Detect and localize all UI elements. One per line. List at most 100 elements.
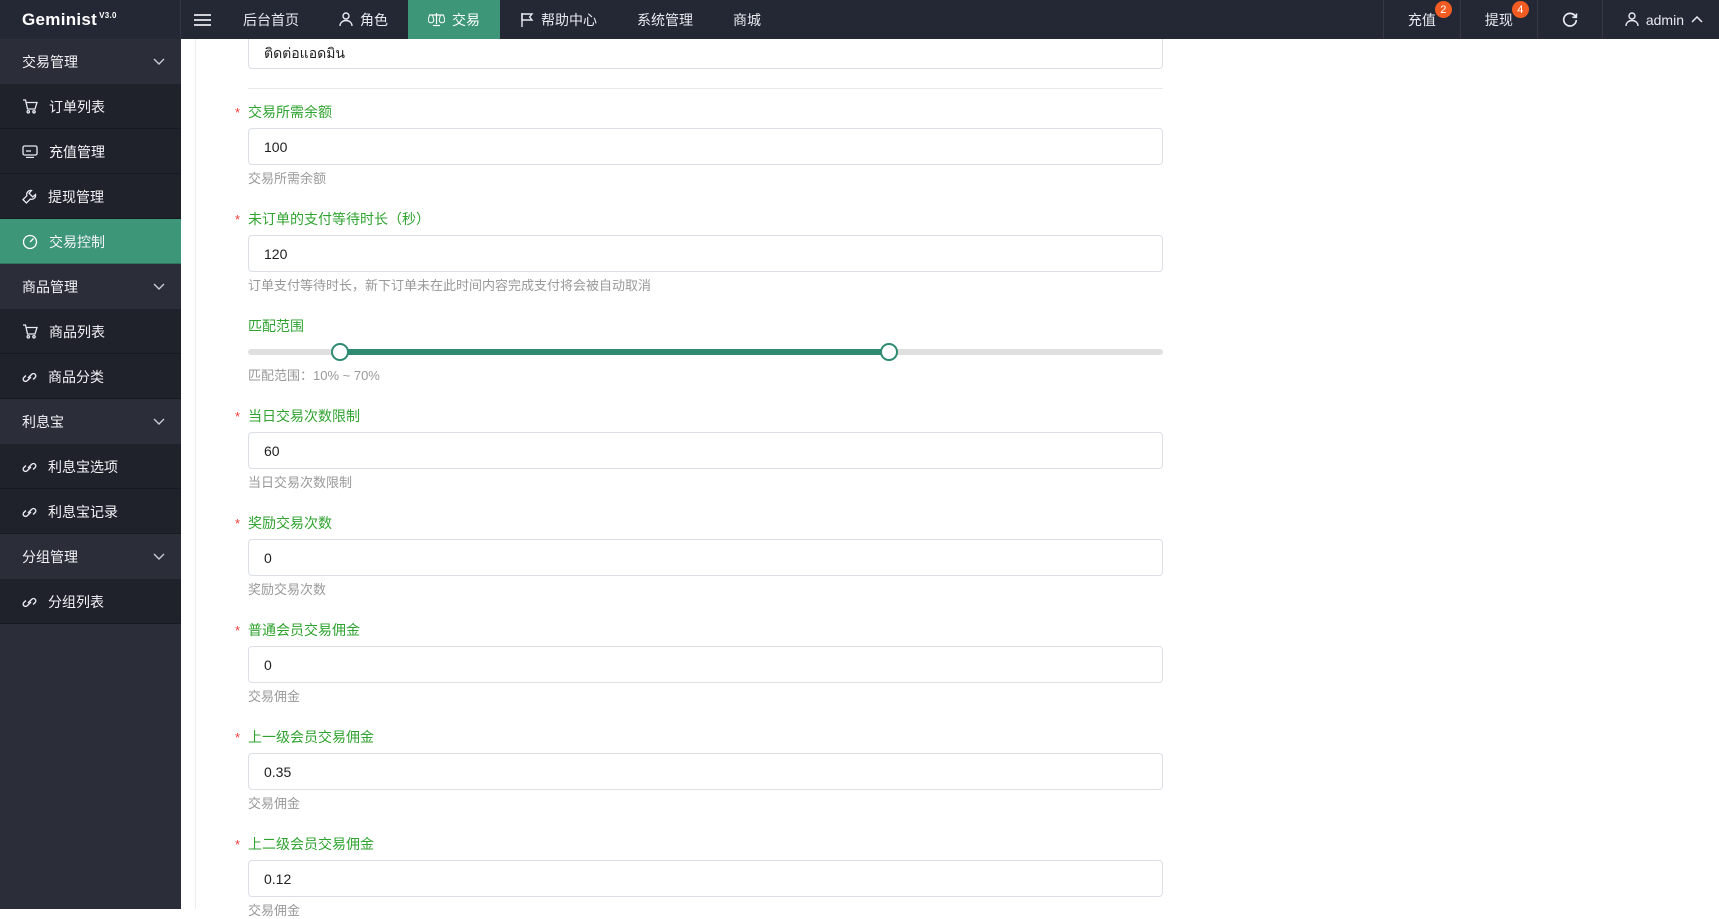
field-label: 普通会员交易佣金 [248, 622, 360, 638]
required-asterisk: * [235, 409, 241, 424]
field-required-balance: * 交易所需余额 交易所需余额 [235, 102, 1163, 187]
cart-icon [22, 99, 38, 114]
refresh-icon [1562, 12, 1578, 28]
field-helper: 交易佣金 [248, 689, 301, 704]
refresh-button[interactable] [1536, 0, 1602, 39]
field-label: 当日交易次数限制 [248, 408, 360, 424]
user-menu[interactable]: admin [1601, 0, 1719, 39]
field-level2-commission: * 上二级会员交易佣金 交易佣金 [235, 834, 1163, 919]
sidebar-item-trade-control[interactable]: 交易控制 [0, 219, 181, 264]
required-asterisk: * [235, 837, 241, 852]
logo: Geminist V3.0 [0, 0, 181, 39]
chevron-down-icon [153, 283, 165, 290]
slider-fill [339, 349, 889, 355]
topbar: Geminist V3.0 后台首页 角色 交易 帮助中心 系统管理 商城 充值… [0, 0, 1719, 39]
form-panel: ติดต่อแอดมิน * 交易所需余额 交易所需余额 * 未订单的支付等待时… [195, 39, 1719, 918]
required-asterisk: * [235, 212, 241, 227]
match-range-slider[interactable] [248, 342, 1163, 362]
sidebar-item-order-list[interactable]: 订单列表 [0, 84, 181, 129]
sidebar-group-product-management[interactable]: 商品管理 [0, 264, 181, 309]
field-payment-wait-time: * 未订单的支付等待时长（秒） 订单支付等待时长，新下订单未在此时间内容完成支付… [235, 209, 1163, 294]
required-asterisk: * [235, 105, 241, 120]
main-content: ติดต่อแอดมิน * 交易所需余额 交易所需余额 * 未订单的支付等待时… [181, 39, 1719, 918]
sidebar-item-product-list[interactable]: 商品列表 [0, 309, 181, 354]
sidebar-group-group-management[interactable]: 分组管理 [0, 534, 181, 579]
nav-item-trade[interactable]: 交易 [408, 0, 500, 39]
sidebar-item-product-category[interactable]: 商品分类 [0, 354, 181, 399]
level2-commission-input[interactable] [248, 860, 1163, 897]
level1-commission-input[interactable] [248, 753, 1163, 790]
reward-trade-count-input[interactable] [248, 539, 1163, 576]
link-icon [22, 594, 37, 609]
field-label: 上一级会员交易佣金 [248, 729, 374, 745]
field-label: 匹配范围 [248, 318, 304, 334]
username: admin [1645, 11, 1684, 28]
field-normal-member-commission: * 普通会员交易佣金 交易佣金 [235, 620, 1163, 705]
field-level1-commission: * 上一级会员交易佣金 交易佣金 [235, 727, 1163, 812]
sidebar-item-withdraw-management[interactable]: 提现管理 [0, 174, 181, 219]
hamburger-icon [193, 13, 211, 27]
field-helper: 当日交易次数限制 [248, 475, 353, 490]
sidebar-item-interest-options[interactable]: 利息宝选项 [0, 444, 181, 489]
chevron-down-icon [153, 553, 165, 560]
user-icon [1625, 12, 1639, 27]
chevron-down-icon [153, 58, 165, 65]
nav-item-roles[interactable]: 角色 [319, 0, 408, 39]
sidebar-group-trade-management[interactable]: 交易管理 [0, 39, 181, 84]
cart-icon [22, 324, 38, 339]
chevron-down-icon [153, 418, 165, 425]
scales-icon [428, 12, 445, 27]
nav-item-help-center[interactable]: 帮助中心 [500, 0, 617, 39]
field-helper: 交易佣金 [248, 796, 301, 811]
field-helper: 奖励交易次数 [248, 582, 327, 597]
gauge-icon [22, 234, 38, 250]
link-icon [22, 369, 37, 384]
link-icon [22, 459, 37, 474]
sidebar-group-interest-treasure[interactable]: 利息宝 [0, 399, 181, 444]
field-helper: 匹配范围：10% ~ 70% [248, 368, 380, 383]
required-asterisk: * [235, 623, 241, 638]
required-asterisk: * [235, 730, 241, 745]
tool-icon [22, 189, 37, 204]
nav-item-system[interactable]: 系统管理 [617, 0, 713, 39]
withdraw-badge: 4 [1511, 1, 1529, 18]
sidebar: 交易管理 订单列表 充值管理 提现管理 交易控制 商品管理 商品列表 商品分类 … [0, 39, 181, 909]
flag-icon [520, 12, 534, 27]
recharge-button[interactable]: 充值 2 [1382, 0, 1460, 39]
daily-trade-limit-input[interactable] [248, 432, 1163, 469]
sidebar-item-recharge-management[interactable]: 充值管理 [0, 129, 181, 174]
recharge-badge: 2 [1434, 1, 1452, 18]
slider-handle-max[interactable] [879, 343, 898, 361]
field-helper: 交易佣金 [248, 903, 301, 918]
field-label: 奖励交易次数 [248, 515, 332, 531]
topbar-right: 充值 2 提现 4 admin [1382, 0, 1719, 39]
sidebar-toggle-button[interactable] [181, 0, 223, 39]
field-match-range: 匹配范围 匹配范围：10% ~ 70% [248, 316, 1163, 384]
field-daily-trade-limit: * 当日交易次数限制 当日交易次数限制 [235, 406, 1163, 491]
field-helper: 交易所需余额 [248, 171, 327, 186]
nav-item-mall[interactable]: 商城 [713, 0, 781, 39]
sidebar-item-group-list[interactable]: 分组列表 [0, 579, 181, 624]
section-divider [248, 88, 1163, 89]
card-icon [22, 145, 38, 158]
logo-text: Geminist [22, 9, 98, 29]
settings-form: ติดต่อแอดมิน * 交易所需余额 交易所需余额 * 未订单的支付等待时… [235, 39, 1163, 919]
normal-member-commission-input[interactable] [248, 646, 1163, 683]
field-label: 交易所需余额 [248, 104, 332, 120]
field-label: 未订单的支付等待时长（秒） [248, 211, 430, 227]
required-balance-input[interactable] [248, 128, 1163, 165]
withdraw-button[interactable]: 提现 4 [1459, 0, 1537, 39]
logo-version: V3.0 [99, 10, 117, 20]
chevron-up-icon [1691, 16, 1703, 23]
payment-wait-time-input[interactable] [248, 235, 1163, 272]
sidebar-item-interest-records[interactable]: 利息宝记录 [0, 489, 181, 534]
link-icon [22, 504, 37, 519]
field-reward-trade-count: * 奖励交易次数 奖励交易次数 [235, 513, 1163, 598]
contact-admin-input[interactable]: ติดต่อแอดมิน [248, 39, 1163, 69]
slider-handle-min[interactable] [330, 343, 349, 361]
required-asterisk: * [235, 516, 241, 531]
nav-item-dashboard[interactable]: 后台首页 [223, 0, 319, 39]
field-helper: 订单支付等待时长，新下订单未在此时间内容完成支付将会被自动取消 [248, 278, 652, 293]
top-nav: 后台首页 角色 交易 帮助中心 系统管理 商城 [223, 0, 781, 39]
person-icon [339, 12, 353, 27]
